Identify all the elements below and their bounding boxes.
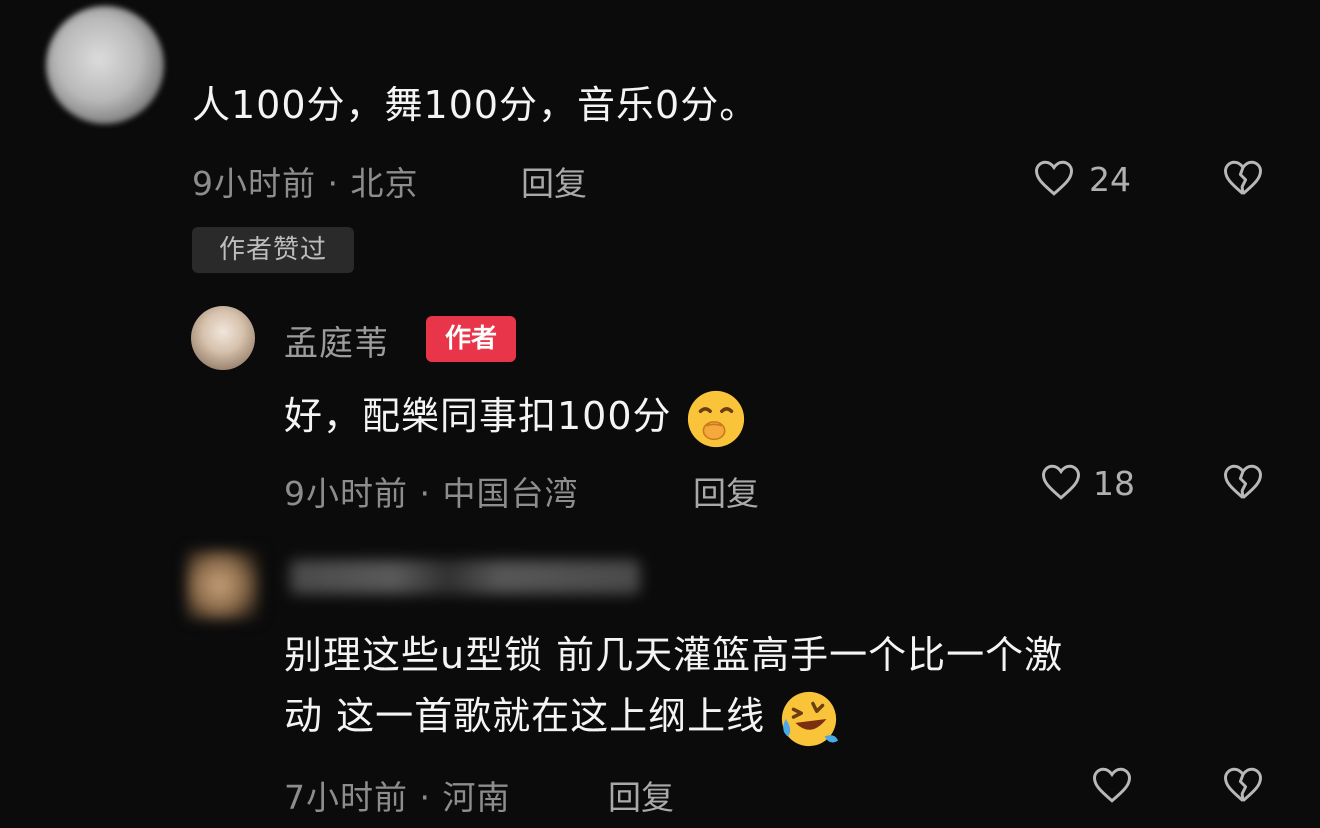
avatar[interactable] bbox=[186, 550, 260, 620]
emoji-giggle-icon bbox=[685, 388, 747, 450]
heart-icon bbox=[1040, 462, 1082, 502]
like-count: 18 bbox=[1093, 464, 1135, 503]
author-badge: 作者 bbox=[426, 316, 516, 362]
avatar[interactable] bbox=[191, 306, 255, 370]
username[interactable]: 孟庭苇 bbox=[284, 316, 389, 365]
like-count: 24 bbox=[1089, 160, 1131, 199]
comment-text-line2: 动 这一首歌就在这上纲上线 bbox=[284, 685, 840, 750]
username[interactable] bbox=[290, 560, 640, 594]
reply-button[interactable]: 回复 bbox=[608, 771, 674, 819]
comment-meta: 9小时前 · 中国台湾 bbox=[284, 474, 579, 513]
comment-text: 好，配樂同事扣100分 bbox=[284, 385, 747, 450]
comment-text-content: 动 这一首歌就在这上纲上线 bbox=[284, 694, 766, 738]
comment-text-content: 好，配樂同事扣100分 bbox=[284, 394, 672, 438]
like-button[interactable] bbox=[1040, 462, 1082, 502]
heart-icon bbox=[1033, 158, 1075, 198]
avatar[interactable] bbox=[46, 6, 164, 124]
dislike-button[interactable] bbox=[1222, 765, 1264, 805]
emoji-laugh-cry-icon bbox=[778, 688, 840, 750]
broken-heart-icon bbox=[1222, 765, 1264, 805]
reply-button[interactable]: 回复 bbox=[693, 467, 759, 515]
dislike-button[interactable] bbox=[1222, 158, 1264, 198]
broken-heart-icon bbox=[1222, 158, 1264, 198]
comment-meta: 7小时前 · 河南 bbox=[284, 778, 511, 817]
author-liked-tag: 作者赞过 bbox=[192, 227, 354, 273]
comment-text: 人100分，舞100分，音乐0分。 bbox=[192, 83, 759, 127]
reply-button[interactable]: 回复 bbox=[521, 157, 587, 205]
like-button[interactable] bbox=[1091, 765, 1133, 805]
heart-icon bbox=[1091, 765, 1133, 805]
dislike-button[interactable] bbox=[1222, 462, 1264, 502]
broken-heart-icon bbox=[1222, 462, 1264, 502]
comment-text-line1: 别理这些u型锁 前几天灌篮高手一个比一个激 bbox=[284, 633, 1064, 677]
like-button[interactable] bbox=[1033, 158, 1075, 198]
comment-meta: 9小时前 · 北京 bbox=[192, 164, 419, 203]
